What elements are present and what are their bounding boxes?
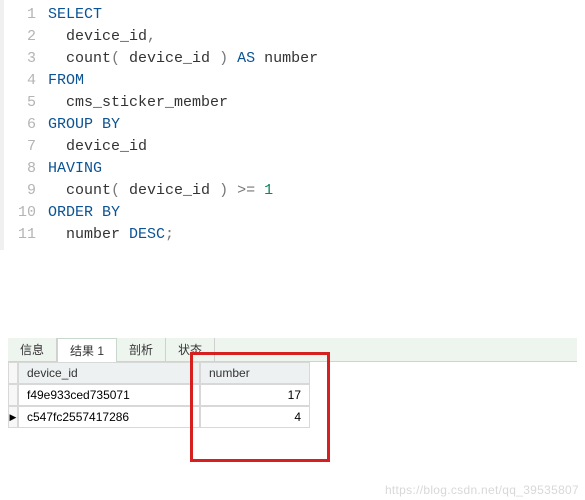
line-number: 8 <box>12 158 36 180</box>
column-header[interactable]: number <box>200 362 310 384</box>
line-number: 1 <box>12 4 36 26</box>
sql-editor[interactable]: 1234567891011 SELECT device_id, count( d… <box>0 0 585 250</box>
cell-device-id[interactable]: f49e933ced735071 <box>18 384 200 406</box>
grid-header-row: device_idnumber <box>8 362 310 384</box>
tab[interactable]: 剖析 <box>117 338 166 361</box>
code-line[interactable]: FROM <box>48 70 318 92</box>
column-header[interactable]: device_id <box>18 362 200 384</box>
line-gutter: 1234567891011 <box>4 0 48 250</box>
row-marker-header <box>8 362 18 384</box>
code-content[interactable]: SELECT device_id, count( device_id ) AS … <box>48 0 318 250</box>
table-row[interactable]: ▶c547fc25574172864 <box>8 406 310 428</box>
line-number: 10 <box>12 202 36 224</box>
line-number: 6 <box>12 114 36 136</box>
line-number: 5 <box>12 92 36 114</box>
cell-number[interactable]: 4 <box>200 406 310 428</box>
code-line[interactable]: count( device_id ) >= 1 <box>48 180 318 202</box>
line-number: 2 <box>12 26 36 48</box>
code-line[interactable]: number DESC; <box>48 224 318 246</box>
line-number: 7 <box>12 136 36 158</box>
row-marker: ▶ <box>8 406 18 428</box>
tab[interactable]: 状态 <box>166 338 215 361</box>
table-row[interactable]: f49e933ced73507117 <box>8 384 310 406</box>
code-line[interactable]: HAVING <box>48 158 318 180</box>
line-number: 9 <box>12 180 36 202</box>
code-line[interactable]: GROUP BY <box>48 114 318 136</box>
code-line[interactable]: ORDER BY <box>48 202 318 224</box>
watermark: https://blog.csdn.net/qq_39535807 <box>385 483 579 497</box>
tab[interactable]: 结果 1 <box>57 338 117 362</box>
line-number: 3 <box>12 48 36 70</box>
cell-number[interactable]: 17 <box>200 384 310 406</box>
code-line[interactable]: device_id, <box>48 26 318 48</box>
result-grid[interactable]: device_idnumberf49e933ced73507117▶c547fc… <box>8 362 310 428</box>
line-number: 11 <box>12 224 36 246</box>
code-line[interactable]: count( device_id ) AS number <box>48 48 318 70</box>
row-marker <box>8 384 18 406</box>
tab[interactable]: 信息 <box>8 338 57 361</box>
code-line[interactable]: cms_sticker_member <box>48 92 318 114</box>
results-panel: 信息结果 1剖析状态 device_idnumberf49e933ced7350… <box>8 338 577 428</box>
result-tabs: 信息结果 1剖析状态 <box>8 338 577 362</box>
cell-device-id[interactable]: c547fc2557417286 <box>18 406 200 428</box>
code-line[interactable]: device_id <box>48 136 318 158</box>
code-line[interactable]: SELECT <box>48 4 318 26</box>
line-number: 4 <box>12 70 36 92</box>
